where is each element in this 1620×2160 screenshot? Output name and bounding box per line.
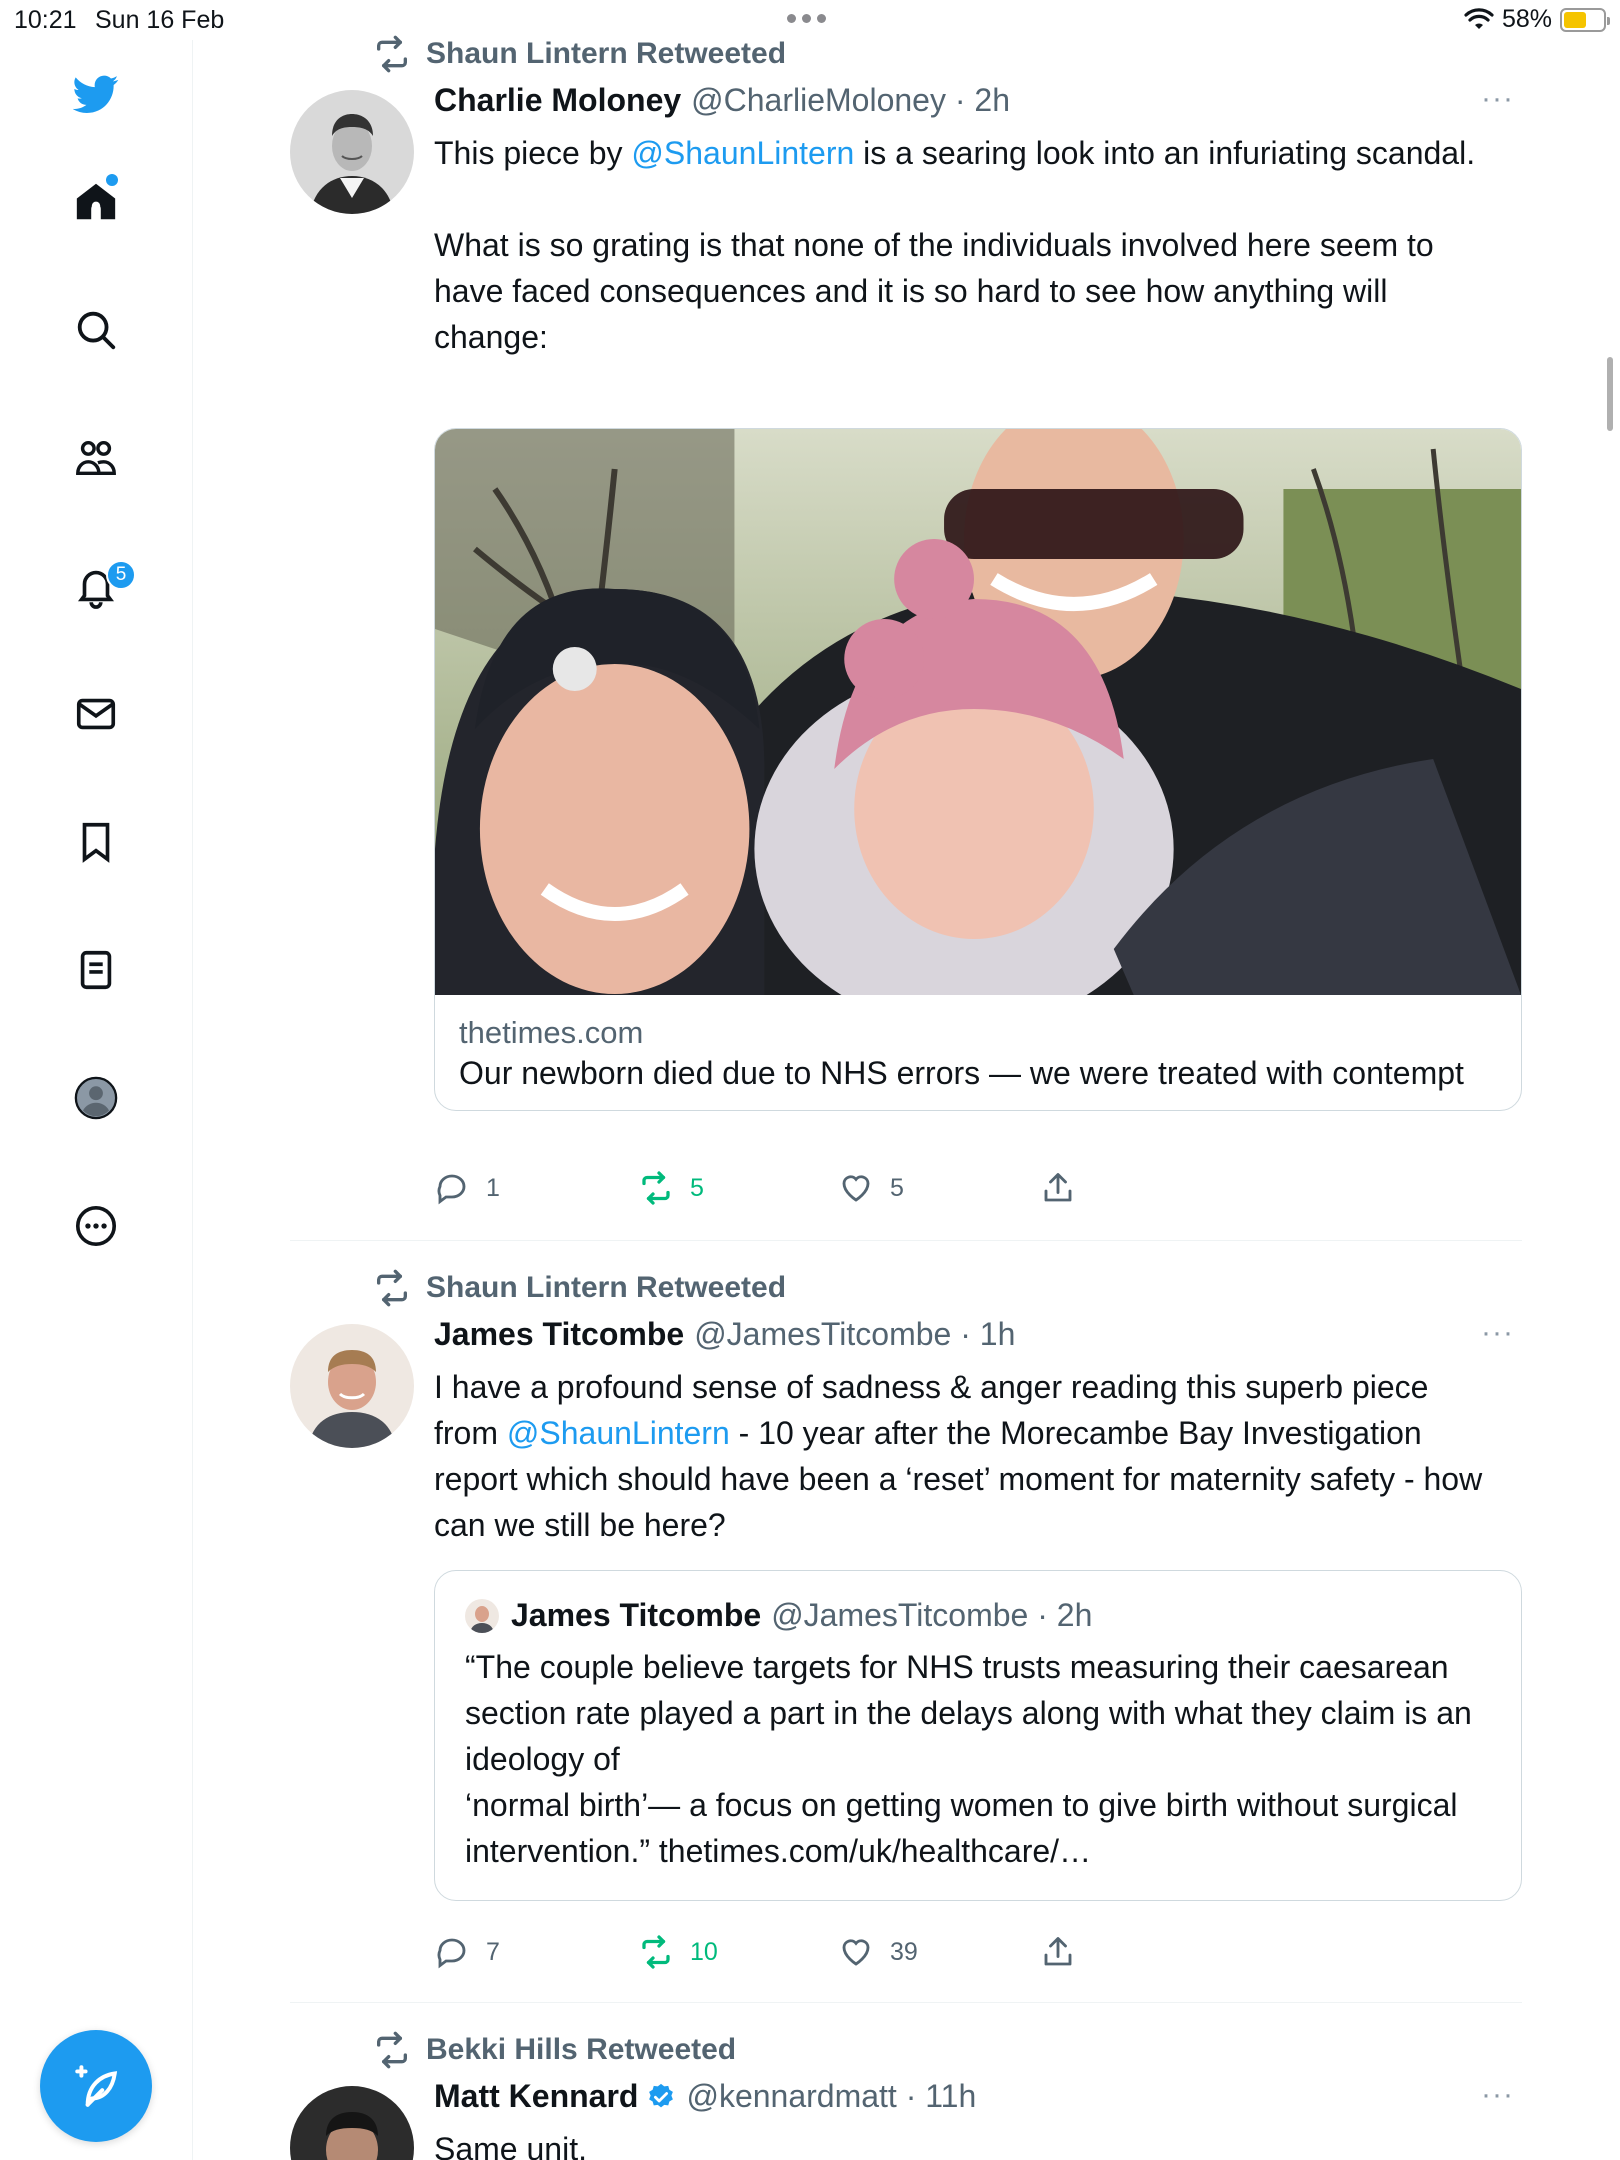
multitask-dots-icon[interactable] xyxy=(787,14,826,23)
tweet-text: I have a profound sense of sadness & ang… xyxy=(434,1369,1483,1543)
lists-icon[interactable] xyxy=(66,940,126,1000)
tweet-actions: 1 5 5 xyxy=(434,1170,1134,1220)
status-time: 10:21 xyxy=(14,6,77,34)
tweet-divider xyxy=(290,2002,1522,2003)
retweet-button[interactable]: 5 xyxy=(638,1170,704,1206)
retweet-button[interactable]: 10 xyxy=(638,1934,718,1970)
tweet-actions: 7 10 39 xyxy=(434,1934,1134,1984)
retweet-context: Shaun Lintern Retweeted xyxy=(372,34,786,74)
tweet-header: James Titcombe @JamesTitcombe · 1h xyxy=(434,1316,1015,1353)
battery-icon xyxy=(1560,7,1610,32)
retweet-count: 5 xyxy=(690,1173,704,1202)
author-name[interactable]: Charlie Moloney xyxy=(434,82,681,119)
communities-icon[interactable] xyxy=(66,428,126,488)
tweet[interactable]: Shaun Lintern Retweeted Charlie Moloney … xyxy=(290,30,1522,1240)
retweet-icon xyxy=(642,1935,670,1969)
retweet-icon xyxy=(377,2031,407,2069)
author-handle[interactable]: @kennardmatt · 11h xyxy=(686,2078,976,2115)
quote-text: “The couple believe targets for NHS trus… xyxy=(465,1649,1472,1869)
card-domain: thetimes.com xyxy=(459,1015,644,1050)
retweet-icon xyxy=(377,1269,407,1307)
tweet-header: Matt Kennard @kennardmatt · 11h xyxy=(434,2078,976,2115)
tweet-divider xyxy=(290,1240,1522,1241)
avatar[interactable] xyxy=(290,90,414,214)
tweet-text: This piece by @ShaunLintern is a searing… xyxy=(434,135,1476,355)
retweet-context: Shaun Lintern Retweeted xyxy=(372,1268,786,1308)
more-options-icon[interactable]: ··· xyxy=(1481,82,1514,116)
author-handle[interactable]: @CharlieMoloney · 2h xyxy=(691,82,1010,119)
author-handle[interactable]: @JamesTitcombe · 1h xyxy=(694,1316,1015,1353)
more-circle-icon[interactable] xyxy=(66,1196,126,1256)
author-name[interactable]: Matt Kennard xyxy=(434,2078,638,2115)
tweet-text: Same unit. xyxy=(434,2131,587,2160)
more-options-icon[interactable]: ··· xyxy=(1481,2078,1514,2112)
reply-count: 1 xyxy=(486,1173,500,1202)
like-count: 39 xyxy=(890,1937,918,1966)
quote-header: James Titcombe @JamesTitcombe · 2h xyxy=(465,1597,1491,1634)
twitter-logo-icon[interactable] xyxy=(66,64,126,124)
reply-icon xyxy=(437,1174,466,1205)
retweet-count: 10 xyxy=(690,1937,718,1966)
compose-button[interactable] xyxy=(40,2030,152,2142)
reply-count: 7 xyxy=(486,1937,500,1966)
reply-icon xyxy=(437,1938,466,1969)
more-options-icon[interactable]: ··· xyxy=(1481,1316,1514,1350)
bookmark-icon[interactable] xyxy=(66,812,126,872)
heart-icon xyxy=(842,1939,870,1966)
mention-link[interactable]: @ShaunLintern xyxy=(631,135,854,171)
like-button[interactable]: 5 xyxy=(838,1170,904,1206)
avatar[interactable] xyxy=(290,1324,414,1448)
retweet-icon xyxy=(642,1171,670,1205)
quoted-tweet[interactable]: James Titcombe @JamesTitcombe · 2h “The … xyxy=(434,1570,1522,1901)
avatar[interactable] xyxy=(290,2086,414,2160)
profile-icon[interactable] xyxy=(66,1068,126,1128)
author-name[interactable]: James Titcombe xyxy=(434,1316,684,1353)
share-icon xyxy=(1044,1937,1072,1966)
article-photo xyxy=(435,429,1521,995)
sidebar: 5 xyxy=(0,40,193,2160)
tweet[interactable]: Bekki Hills Retweeted Matt Kennard @kenn… xyxy=(290,2026,1522,2160)
mention-link[interactable]: @ShaunLintern xyxy=(507,1415,730,1451)
link-card[interactable]: thetimes.com Our newborn died due to NHS… xyxy=(434,428,1522,1111)
like-button[interactable]: 39 xyxy=(838,1934,918,1970)
share-button[interactable] xyxy=(1040,1170,1076,1206)
retweet-icon xyxy=(377,35,407,73)
quote-author-handle: @JamesTitcombe · 2h xyxy=(771,1597,1093,1633)
like-count: 5 xyxy=(890,1173,904,1202)
reply-button[interactable]: 7 xyxy=(434,1934,500,1970)
retweet-context: Bekki Hills Retweeted xyxy=(372,2030,736,2070)
verified-badge-icon xyxy=(649,2083,674,2107)
tweet-header: Charlie Moloney @CharlieMoloney · 2h xyxy=(434,82,1010,119)
heart-icon xyxy=(842,1175,870,1202)
retweeted-by: Shaun Lintern Retweeted xyxy=(426,1271,787,1304)
compose-icon xyxy=(75,2065,118,2107)
home-unread-dot xyxy=(106,174,118,186)
search-icon[interactable] xyxy=(66,300,126,360)
retweeted-by: Bekki Hills Retweeted xyxy=(426,2033,737,2066)
notification-badge: 5 xyxy=(106,560,136,590)
card-title: Our newborn died due to NHS errors — we … xyxy=(459,1055,1464,1091)
scrollbar[interactable] xyxy=(1607,357,1613,431)
wifi-icon xyxy=(1464,7,1494,29)
share-icon xyxy=(1044,1173,1072,1202)
quote-author-name: James Titcombe xyxy=(511,1597,762,1633)
quote-avatar xyxy=(465,1598,499,1633)
status-date: Sun 16 Feb xyxy=(95,6,225,34)
reply-button[interactable]: 1 xyxy=(434,1170,500,1206)
tweet[interactable]: Shaun Lintern Retweeted James Titcombe @… xyxy=(290,1264,1522,1984)
retweeted-by: Shaun Lintern Retweeted xyxy=(426,37,787,70)
share-button[interactable] xyxy=(1040,1934,1076,1970)
mail-icon[interactable] xyxy=(66,684,126,744)
